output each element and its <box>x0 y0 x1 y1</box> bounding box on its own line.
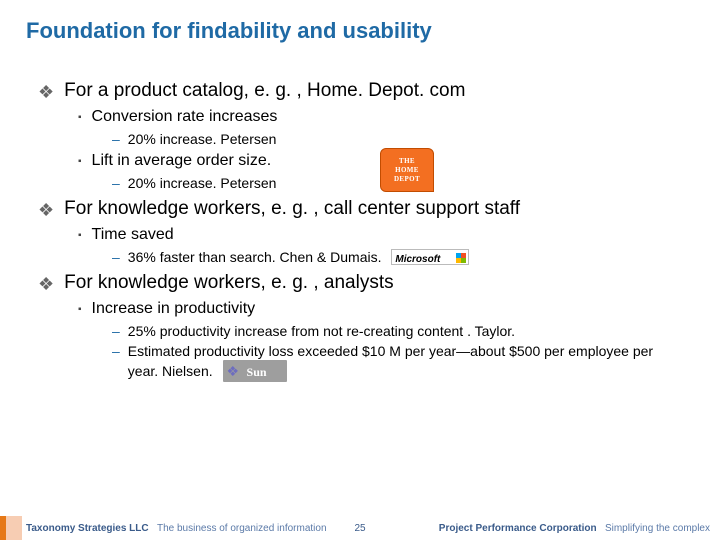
footer-accent-icon <box>0 516 22 540</box>
footer-right-brand: Project Performance Corporation <box>439 523 597 534</box>
footer-page-number: 25 <box>354 523 365 534</box>
bullet-text: Estimated productivity loss exceeded $10… <box>128 342 668 382</box>
microsoft-logo <box>391 249 469 265</box>
square-bullet-icon: ▪ <box>78 300 82 320</box>
dash-bullet-icon: – <box>112 130 120 148</box>
bullet-l3: – Estimated productivity loss exceeded $… <box>112 342 694 382</box>
square-bullet-icon: ▪ <box>78 152 82 172</box>
bullet-l2: ▪ Time saved <box>78 226 694 246</box>
bullet-text: Conversion rate increases <box>92 108 278 126</box>
dash-bullet-icon: – <box>112 174 120 192</box>
bullet-text: For knowledge workers, e. g. , analysts <box>64 272 393 294</box>
bullet-text: Increase in productivity <box>92 300 256 318</box>
bullet-text-inner: 36% faster than search. Chen & Dumais. <box>128 249 382 265</box>
dash-bullet-icon: – <box>112 342 120 360</box>
diamond-bullet-icon: ❖ <box>38 80 54 104</box>
bullet-text: 20% increase. Petersen <box>128 174 277 192</box>
slide-title: Foundation for findability and usability <box>26 18 694 44</box>
bullet-text: 36% faster than search. Chen & Dumais. <box>128 248 470 266</box>
bullet-l3: – 25% productivity increase from not re-… <box>112 322 694 340</box>
home-depot-logo-text: THEHOMEDEPOT <box>394 157 420 184</box>
dash-bullet-icon: – <box>112 322 120 340</box>
dash-bullet-icon: – <box>112 248 120 266</box>
bullet-l3: – 36% faster than search. Chen & Dumais. <box>112 248 694 266</box>
square-bullet-icon: ▪ <box>78 108 82 128</box>
bullet-text: Lift in average order size. <box>92 152 272 170</box>
bullet-text-inner: Estimated productivity loss exceeded $10… <box>128 343 653 379</box>
footer-left: Taxonomy Strategies LLC The business of … <box>26 523 327 534</box>
footer: Taxonomy Strategies LLC The business of … <box>0 516 720 540</box>
square-bullet-icon: ▪ <box>78 226 82 246</box>
bullet-text: 20% increase. Petersen <box>128 130 277 148</box>
bullet-l1: ❖ For knowledge workers, e. g. , analyst… <box>38 272 694 296</box>
slide: Foundation for findability and usability… <box>0 0 720 540</box>
bullet-text: For knowledge workers, e. g. , call cent… <box>64 198 520 220</box>
footer-left-tag-text: The business of organized information <box>157 523 327 534</box>
bullet-l1: ❖ For knowledge workers, e. g. , call ce… <box>38 198 694 222</box>
bullet-l3: – 20% increase. Petersen <box>112 130 694 148</box>
diamond-bullet-icon: ❖ <box>38 198 54 222</box>
bullet-text: Time saved <box>92 226 174 244</box>
bullet-text: For a product catalog, e. g. , Home. Dep… <box>64 80 465 102</box>
home-depot-logo: THEHOMEDEPOT <box>380 148 434 192</box>
footer-left-brand: Taxonomy Strategies LLC <box>26 523 149 534</box>
footer-right: Project Performance Corporation Simplify… <box>439 523 710 534</box>
bullet-l1: ❖ For a product catalog, e. g. , Home. D… <box>38 80 694 104</box>
footer-left-tag: The business of organized information <box>151 523 326 534</box>
footer-right-tag-text: Simplifying the complex <box>605 523 710 534</box>
sun-microsystems-logo <box>223 360 287 382</box>
footer-right-tag: Simplifying the complex <box>599 523 710 534</box>
diamond-bullet-icon: ❖ <box>38 272 54 296</box>
bullet-l2: ▪ Conversion rate increases <box>78 108 694 128</box>
bullet-l2: ▪ Increase in productivity <box>78 300 694 320</box>
bullet-text: 25% productivity increase from not re-cr… <box>128 322 515 340</box>
